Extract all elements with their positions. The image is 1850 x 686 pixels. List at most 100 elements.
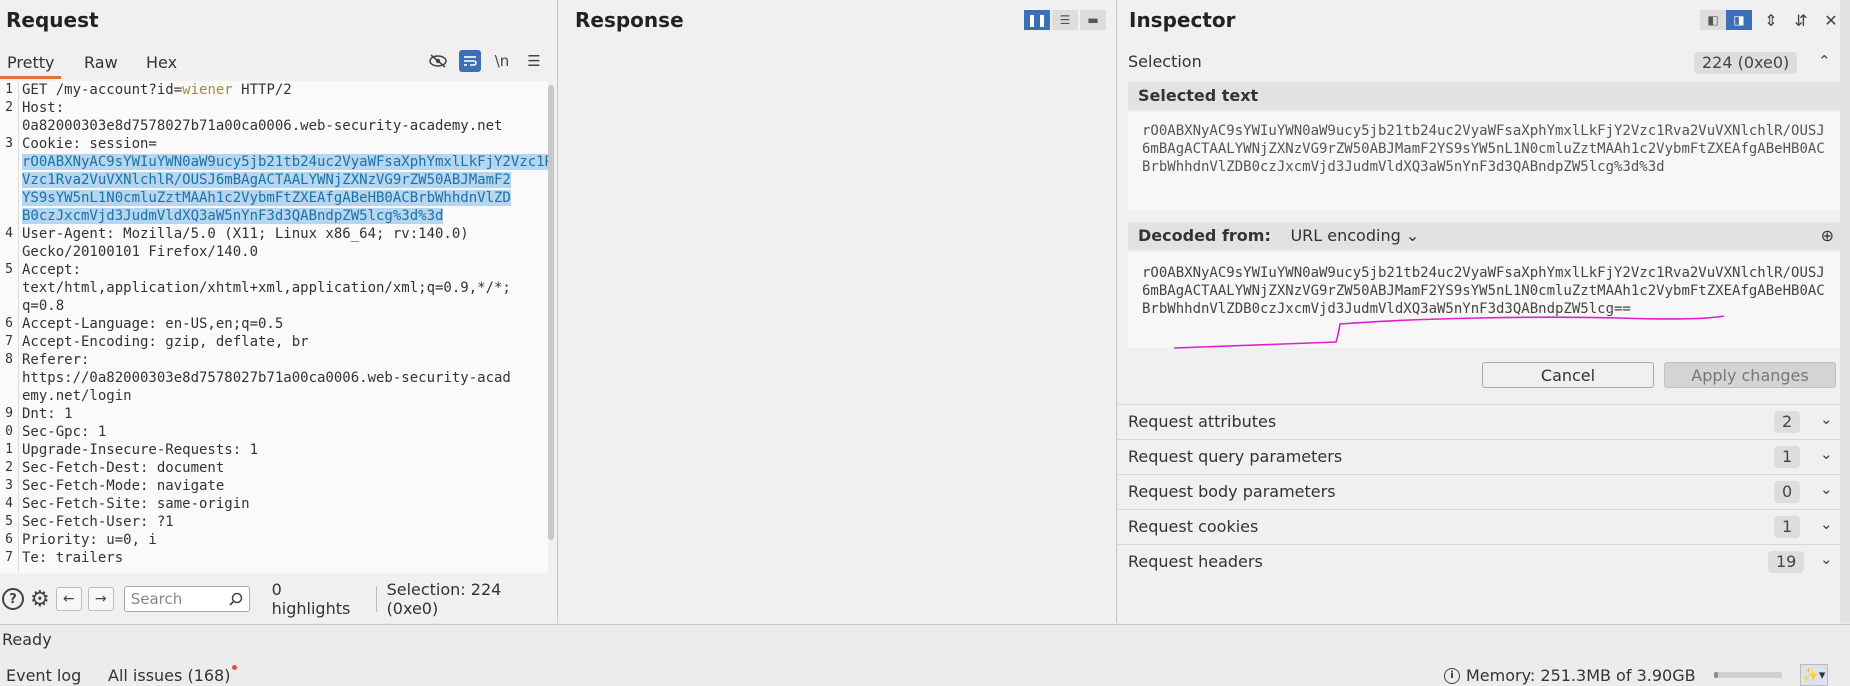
inspector-section-request-query-parameters[interactable]: Request query parameters 1 ⌄	[1118, 439, 1850, 474]
decoding-select[interactable]: URL encoding ⌄	[1290, 226, 1419, 245]
cancel-button[interactable]: Cancel	[1482, 362, 1654, 388]
decoding-value: URL encoding	[1290, 226, 1401, 245]
selection-badge: 224 (0xe0)	[1694, 52, 1798, 74]
tab-hex[interactable]: Hex	[139, 51, 184, 79]
code-line[interactable]: 1 GET /my-account?id=wiener HTTP/2	[0, 81, 548, 99]
code-text: User-Agent: Mozilla/5.0 (X11; Linux x86_…	[22, 225, 469, 243]
line-number: 0	[5, 424, 13, 439]
code-line[interactable]: 5 Accept:	[0, 261, 548, 279]
code-line[interactable]: emy.net/login	[0, 387, 548, 405]
menu-icon[interactable]: ☰	[523, 50, 545, 72]
editor-scrollbar[interactable]	[548, 85, 554, 540]
status-bar: Ready	[0, 624, 1850, 652]
code-segment: Sec-Fetch-Dest: document	[22, 460, 225, 476]
event-log-tab[interactable]: Event log	[6, 666, 81, 685]
close-icon[interactable]: ✕	[1820, 9, 1842, 31]
code-line[interactable]: 2 Host:	[0, 99, 548, 117]
inspector-section-request-body-parameters[interactable]: Request body parameters 0 ⌄	[1118, 474, 1850, 509]
code-line[interactable]: 4 Sec-Fetch-Site: same-origin	[0, 495, 548, 513]
chevron-up-icon[interactable]: ⌃	[1818, 52, 1831, 70]
ai-assist-icon[interactable]: ✨▾	[1800, 664, 1828, 686]
help-icon[interactable]: ?	[2, 588, 24, 610]
layout-right-icon[interactable]: ◨	[1726, 10, 1752, 30]
inspector-section-request-cookies[interactable]: Request cookies 1 ⌄	[1118, 509, 1850, 544]
info-icon: i	[1444, 667, 1460, 684]
code-line[interactable]: text/html,application/xhtml+xml,applicat…	[0, 279, 548, 297]
split-rows-icon[interactable]: ☰	[1052, 10, 1078, 30]
code-line[interactable]: rO0ABXNyAC9sYWIuYWN0aW9ucy5jb21tb24uc2Vy…	[0, 153, 548, 171]
code-text: GET /my-account?id=wiener HTTP/2	[22, 81, 292, 99]
section-count: 19	[1768, 551, 1805, 573]
code-text: Sec-Fetch-Mode: navigate	[22, 477, 224, 495]
code-line[interactable]: 0a82000303e8d7578027b71a00ca0006.web-sec…	[0, 117, 548, 135]
chevron-down-icon[interactable]: ⌄	[1820, 515, 1833, 533]
code-text: Dnt: 1	[22, 405, 73, 423]
split-columns-icon[interactable]: ❚❚	[1024, 10, 1050, 30]
selected-text-value[interactable]: rO0ABXNyAC9sYWIuYWN0aW9ucy5jb21tb24uc2Vy…	[1128, 112, 1842, 210]
search-input[interactable]: Search	[123, 586, 250, 612]
all-issues-tab[interactable]: All issues (168)	[108, 666, 230, 685]
code-line[interactable]: 7 Te: trailers	[0, 549, 548, 567]
single-pane-icon[interactable]: ▬	[1080, 10, 1106, 30]
response-layout-toggle: ❚❚ ☰ ▬	[1024, 10, 1106, 30]
previous-match-button[interactable]: ←	[55, 587, 82, 611]
code-segment: Referer:	[22, 352, 90, 368]
code-line[interactable]: 9 Dnt: 1	[0, 405, 548, 423]
code-line[interactable]: Vzc1Rva2VuVXNlchlR/OUSJ6mBAgACTAALYWNjZX…	[0, 171, 548, 189]
section-count: 2	[1774, 411, 1801, 433]
tab-pretty[interactable]: Pretty	[0, 51, 62, 79]
memory-bar	[1714, 672, 1782, 678]
chevron-down-icon[interactable]: ⌄	[1820, 410, 1833, 428]
layout-left-icon[interactable]: ◧	[1700, 10, 1726, 30]
tab-raw[interactable]: Raw	[77, 51, 125, 79]
request-toolbar: \n ☰	[427, 50, 545, 72]
code-line[interactable]: 8 Referer:	[0, 351, 548, 369]
code-line[interactable]: https://0a82000303e8d7578027b71a00ca0006…	[0, 369, 548, 387]
code-line[interactable]: YS9sYW5nL1N0cmluZztMAAh1c2VybmFtZXEAfgAB…	[0, 189, 548, 207]
code-segment: Accept-Encoding: gzip, deflate, br	[22, 334, 309, 350]
section-count: 1	[1774, 516, 1801, 538]
code-segment: Sec-Gpc: 1	[22, 424, 107, 440]
code-line[interactable]: 4 User-Agent: Mozilla/5.0 (X11; Linux x86…	[0, 225, 548, 243]
code-text: emy.net/login	[22, 387, 132, 405]
code-line[interactable]: 3 Sec-Fetch-Mode: navigate	[0, 477, 548, 495]
request-panel: Request Pretty Raw Hex \n ☰ 1 GET /my-acc…	[0, 0, 558, 623]
request-bottom-bar: ? ⚙ ← → Search 0 highlights Selection: 2…	[0, 580, 558, 618]
memory-indicator: i Memory: 251.3MB of 3.90GB	[1444, 666, 1696, 685]
code-segment: Upgrade-Insecure-Requests: 1	[22, 442, 259, 458]
chevron-down-icon[interactable]: ⌄	[1820, 445, 1833, 463]
inspector-section-request-headers[interactable]: Request headers 19 ⌄	[1118, 544, 1850, 579]
code-line[interactable]: B0czJxcmVjd3JudmVldXQ3aW5nYnF3d3QABndpZW…	[0, 207, 548, 225]
newline-toggle[interactable]: \n	[491, 50, 513, 72]
line-number: 9	[5, 406, 13, 421]
code-line[interactable]: 6 Priority: u=0, i	[0, 531, 548, 549]
code-line[interactable]: 6 Accept-Language: en-US,en;q=0.5	[0, 315, 548, 333]
selection-section[interactable]: Selection 224 (0xe0) ⌃	[1118, 46, 1850, 80]
code-text: YS9sYW5nL1N0cmluZztMAAh1c2VybmFtZXEAfgAB…	[22, 189, 511, 207]
chevron-down-icon[interactable]: ⌄	[1820, 480, 1833, 498]
code-line[interactable]: Gecko/20100101 Firefox/140.0	[0, 243, 548, 261]
wrap-icon[interactable]	[459, 50, 481, 72]
code-line[interactable]: 3 Cookie: session=	[0, 135, 548, 153]
apply-changes-button[interactable]: Apply changes	[1664, 362, 1836, 388]
line-number: 5	[5, 514, 13, 529]
request-editor[interactable]: 1 GET /my-account?id=wiener HTTP/2 2 Host: 0…	[0, 81, 548, 573]
inspector-scrollbar[interactable]	[1840, 0, 1850, 623]
chevron-down-icon[interactable]: ⌄	[1820, 550, 1833, 568]
code-text: Upgrade-Insecure-Requests: 1	[22, 441, 258, 459]
inspector-section-request-attributes[interactable]: Request attributes 2 ⌄	[1118, 404, 1850, 439]
code-line[interactable]: 1 Upgrade-Insecure-Requests: 1	[0, 441, 548, 459]
add-decoding-icon[interactable]: ⊕	[1821, 222, 1834, 250]
code-line[interactable]: 7 Accept-Encoding: gzip, deflate, br	[0, 333, 548, 351]
code-line[interactable]: q=0.8	[0, 297, 548, 315]
next-match-button[interactable]: →	[87, 587, 114, 611]
eye-off-icon[interactable]	[427, 50, 449, 72]
code-line[interactable]: 0 Sec-Gpc: 1	[0, 423, 548, 441]
code-line[interactable]: 2 Sec-Fetch-Dest: document	[0, 459, 548, 477]
code-line[interactable]: 5 Sec-Fetch-User: ?1	[0, 513, 548, 531]
code-segment: Sec-Fetch-Site: same-origin	[22, 496, 250, 512]
collapse-all-icon[interactable]: ⇵	[1790, 9, 1812, 31]
settings-gear-icon[interactable]: ⚙	[30, 587, 50, 612]
code-segment: Te: trailers	[22, 550, 124, 566]
expand-all-icon[interactable]: ⇕	[1760, 9, 1782, 31]
